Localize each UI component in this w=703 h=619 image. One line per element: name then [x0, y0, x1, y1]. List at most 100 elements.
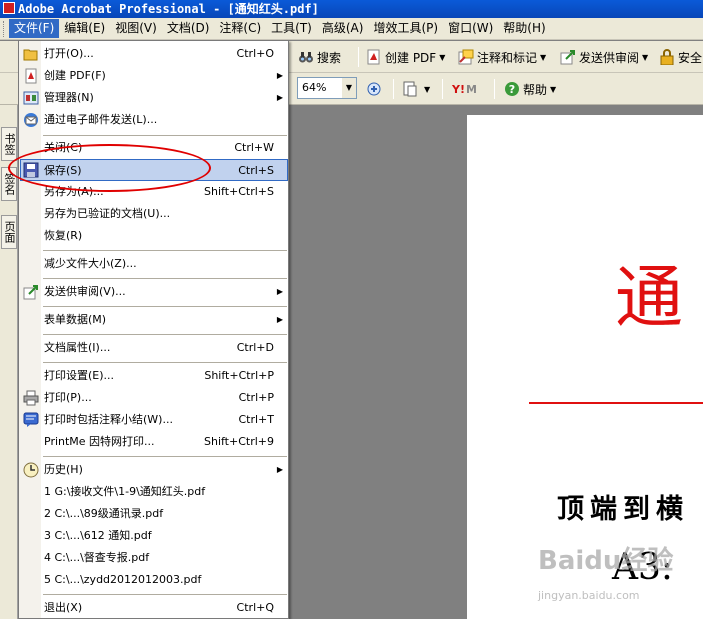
- zoom-in-icon: [367, 82, 381, 96]
- menu-tools[interactable]: 工具(T): [266, 19, 317, 38]
- menu-item-printme[interactable]: PrintMe 因特网打印... Shift+Ctrl+9: [20, 431, 288, 453]
- menu-item-history[interactable]: 历史(H) ▶: [20, 459, 288, 481]
- send-review-icon: [23, 285, 38, 300]
- printer-icon: [23, 390, 39, 406]
- menu-item-reduce-size[interactable]: 减少文件大小(Z)...: [20, 253, 288, 275]
- menu-separator: [43, 456, 287, 457]
- dropdown-arrow-icon[interactable]: ▼: [540, 53, 546, 62]
- help-button[interactable]: ? 帮助 ▼: [504, 77, 556, 101]
- create-pdf-icon: [367, 49, 380, 65]
- menu-item-print[interactable]: 打印(P)... Ctrl+P: [20, 387, 288, 409]
- menu-item-recent-file[interactable]: 4 C:\...\督查专报.pdf: [20, 547, 288, 569]
- search-label: 搜索: [317, 50, 342, 65]
- comment-summary-icon: [23, 412, 39, 427]
- menu-item-recent-file[interactable]: 5 C:\...\zydd2012012003.pdf: [20, 569, 288, 591]
- menu-item-recent-file[interactable]: 2 C:\...\89级通讯录.pdf: [20, 503, 288, 525]
- menu-item-print-with-comments[interactable]: 打印时包括注释小结(W)... Ctrl+T: [20, 409, 288, 431]
- submenu-arrow-icon: ▶: [276, 287, 283, 296]
- document-body-line: 顶端到横: [557, 494, 689, 525]
- menu-item-recent-file[interactable]: 3 C:\...\612 通知.pdf: [20, 525, 288, 547]
- open-folder-icon: [23, 49, 38, 61]
- zoom-in-button[interactable]: [366, 77, 385, 101]
- title-bar: Adobe Acrobat Professional - [通知红头.pdf]: [0, 0, 703, 18]
- menu-item-open[interactable]: 打开(O)... Ctrl+O: [20, 43, 288, 65]
- red-header-text: 通: [615, 259, 684, 338]
- annotation-ellipse: [8, 144, 211, 192]
- menu-separator: [43, 362, 287, 363]
- menu-item-form-data[interactable]: 表单数据(M) ▶: [20, 309, 288, 331]
- tab-bookmarks[interactable]: 书签: [1, 127, 17, 161]
- create-pdf-button[interactable]: 创建 PDF ▼: [366, 45, 445, 69]
- send-review-button[interactable]: 发送供审阅 ▼: [560, 45, 648, 69]
- zoom-value: 64%: [302, 81, 327, 94]
- menu-plugins[interactable]: 增效工具(P): [368, 19, 443, 38]
- menu-separator: [43, 594, 287, 595]
- menu-item-organizer[interactable]: 管理器(N) ▶: [20, 87, 288, 109]
- lock-icon: [660, 49, 674, 65]
- menu-item-recent-file[interactable]: 1 G:\接收文件\1-9\通知红头.pdf: [20, 481, 288, 503]
- page-layout-icon: [403, 81, 417, 97]
- navigation-panel: 书签 签名 页面: [0, 105, 18, 619]
- comment-markup-button[interactable]: 注释和标记 ▼: [458, 45, 546, 69]
- menu-separator: [43, 250, 287, 251]
- menu-item-exit[interactable]: 退出(X) Ctrl+Q: [20, 597, 288, 619]
- menu-bar: 文件(F) 编辑(E) 视图(V) 文档(D) 注释(C) 工具(T) 高级(A…: [0, 18, 703, 40]
- menu-help[interactable]: 帮助(H): [498, 19, 550, 38]
- binoculars-icon: [299, 52, 313, 63]
- dropdown-arrow-icon[interactable]: ▼: [439, 53, 445, 62]
- watermark-url: jingyan.baidu.com: [538, 589, 640, 602]
- menu-item-email[interactable]: 通过电子邮件发送(L)...: [20, 109, 288, 131]
- menu-edit[interactable]: 编辑(E): [59, 19, 110, 38]
- toolbar-divider: [442, 79, 443, 99]
- email-icon: [24, 113, 38, 127]
- dropdown-arrow-icon[interactable]: ▼: [642, 53, 648, 62]
- organizer-icon: [23, 91, 39, 105]
- dropdown-arrow-icon[interactable]: ▼: [424, 85, 430, 94]
- help-label: 帮助: [523, 82, 548, 97]
- dropdown-arrow-icon[interactable]: ▼: [550, 85, 556, 94]
- send-review-label: 发送供审阅: [579, 50, 640, 65]
- submenu-arrow-icon: ▶: [276, 71, 283, 80]
- menu-separator: [43, 135, 287, 136]
- menu-advanced[interactable]: 高级(A): [317, 19, 369, 38]
- comment-markup-label: 注释和标记: [477, 50, 538, 65]
- menu-comments[interactable]: 注释(C): [214, 19, 266, 38]
- menubar-grip[interactable]: [3, 20, 7, 37]
- menu-item-create-pdf[interactable]: 创建 PDF(F) ▶: [20, 65, 288, 87]
- svg-text:?: ?: [509, 83, 515, 96]
- toolbar-divider: [358, 47, 359, 67]
- security-button[interactable]: 安全: [659, 45, 702, 69]
- menu-separator: [43, 334, 287, 335]
- page-layout-button[interactable]: ▼: [402, 77, 430, 101]
- menu-view[interactable]: 视图(V): [110, 19, 162, 38]
- comment-markup-icon: [458, 49, 474, 65]
- menu-window[interactable]: 窗口(W): [443, 19, 498, 38]
- history-clock-icon: [23, 462, 39, 478]
- acrobat-app-icon: [3, 2, 15, 14]
- submenu-arrow-icon: ▶: [276, 93, 283, 102]
- help-icon: ?: [505, 82, 519, 96]
- toolbar-divider: [494, 79, 495, 99]
- submenu-arrow-icon: ▶: [276, 465, 283, 474]
- menu-separator: [43, 306, 287, 307]
- watermark-logo: Baidu经验: [538, 546, 674, 576]
- menu-item-document-properties[interactable]: 文档属性(I)... Ctrl+D: [20, 337, 288, 359]
- menu-item-revert[interactable]: 恢复(R): [20, 225, 288, 247]
- file-menu-dropdown: 打开(O)... Ctrl+O 创建 PDF(F) ▶ 管理器(N) ▶ 通过电…: [18, 40, 289, 619]
- zoom-level-select[interactable]: 64% ▼: [297, 77, 357, 99]
- tab-pages[interactable]: 页面: [1, 215, 17, 249]
- search-button[interactable]: 搜索: [298, 45, 341, 69]
- window-title: Adobe Acrobat Professional - [通知红头.pdf]: [18, 2, 319, 16]
- menu-file[interactable]: 文件(F): [9, 19, 60, 38]
- yahoo-logo-icon: M: [465, 82, 477, 96]
- red-header-line: [529, 402, 703, 404]
- security-label: 安全: [678, 50, 703, 65]
- yahoo-toolbar-button[interactable]: Y! M: [452, 77, 477, 101]
- chevron-down-icon[interactable]: ▼: [342, 78, 356, 98]
- yahoo-logo-icon: Y!: [452, 82, 465, 96]
- menu-item-send-review[interactable]: 发送供审阅(V)... ▶: [20, 281, 288, 303]
- submenu-arrow-icon: ▶: [276, 315, 283, 324]
- menu-item-print-setup[interactable]: 打印设置(E)... Shift+Ctrl+P: [20, 365, 288, 387]
- menu-document[interactable]: 文档(D): [162, 19, 215, 38]
- menu-item-save-certified[interactable]: 另存为已验证的文档(U)...: [20, 203, 288, 225]
